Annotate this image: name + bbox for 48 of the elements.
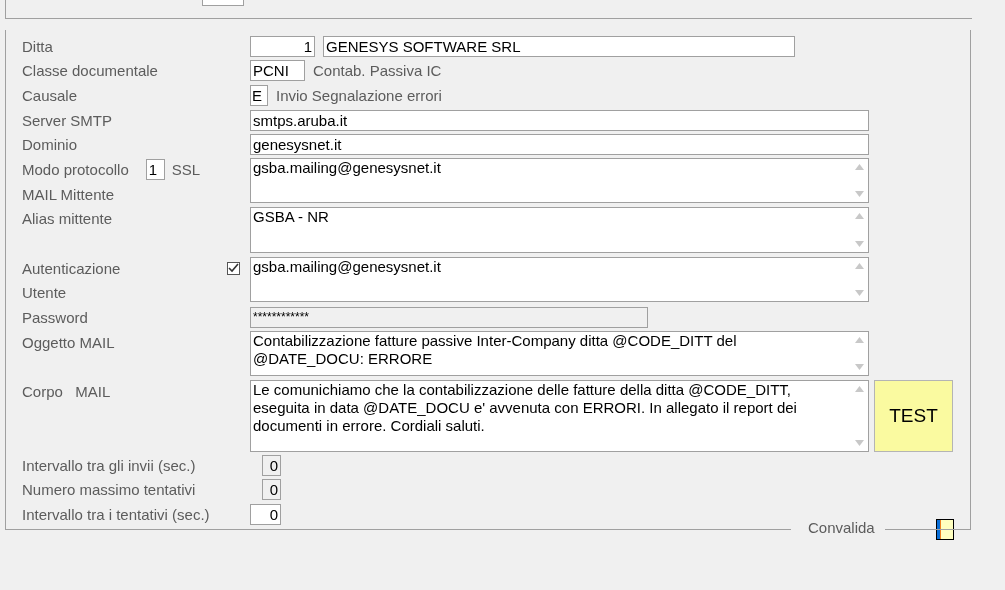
company-name-field[interactable]: GENESYS SOFTWARE SRL <box>323 35 795 57</box>
test-button[interactable]: TEST <box>874 379 953 452</box>
checkbox[interactable] <box>227 261 240 275</box>
code-field[interactable]: 1 <box>250 35 315 57</box>
footer-label: Convalida <box>808 519 875 537</box>
field-label: Corpo MAIL <box>22 382 112 400</box>
scroll-up-icon[interactable] <box>855 262 864 269</box>
sender-mail-field[interactable]: gsba.mailing@genesysnet.it <box>250 158 869 204</box>
description-text: Invio Segnalazione errori <box>276 87 442 105</box>
field-label: Alias mittente <box>22 210 114 228</box>
scroll-down-icon[interactable] <box>855 363 864 370</box>
scroll-down-icon[interactable] <box>855 439 864 446</box>
number-field[interactable]: 0 <box>262 479 281 501</box>
field-label: Utente <box>22 284 68 302</box>
protocol-field[interactable]: 1 <box>145 159 165 180</box>
number-field[interactable]: 0 <box>250 504 281 525</box>
alias-field[interactable]: GSBA - NR <box>250 207 869 253</box>
field-label: Intervallo tra gli invii (sec.) <box>22 456 197 474</box>
scroll-down-icon[interactable] <box>855 191 864 198</box>
domain-field[interactable]: genesysnet.it <box>250 134 869 156</box>
field-label: Classe documentale <box>22 62 159 80</box>
scroll-up-icon[interactable] <box>855 164 864 171</box>
scroll-down-icon[interactable] <box>855 240 864 247</box>
scroll-up-icon[interactable] <box>855 385 864 392</box>
description-text: SSL <box>171 161 201 178</box>
field-label: Server SMTP <box>22 111 113 129</box>
field-label: MAIL Mittente <box>22 185 115 203</box>
scroll-down-icon[interactable] <box>855 290 864 297</box>
field-label: Dominio <box>22 136 79 154</box>
field-label: Modo protocollo <box>22 161 129 178</box>
status-icon[interactable] <box>936 519 954 540</box>
subject-field[interactable]: Contabilizzazione fatture passive Inter-Company ditta @CODE_DITT del @DATE_DOCU: ERRORE <box>250 330 869 376</box>
server-field[interactable]: smtps.aruba.it <box>250 109 869 131</box>
description-text: Contab. Passiva IC <box>313 62 442 80</box>
field-label: Ditta <box>22 37 54 55</box>
field-label: Oggetto MAIL <box>22 333 116 351</box>
user-field[interactable]: gsba.mailing@genesysnet.it <box>250 256 869 303</box>
field-label: Causale <box>22 87 79 105</box>
code-field[interactable]: PCNI <box>250 60 305 82</box>
field-label: Password <box>22 308 89 326</box>
scroll-up-icon[interactable] <box>855 213 864 220</box>
code-field[interactable]: E <box>250 85 268 107</box>
number-field[interactable]: 0 <box>262 454 281 476</box>
scroll-up-icon[interactable] <box>855 336 864 343</box>
message-body-field[interactable]: Le comunichiamo che la contabilizzazione delle fatture della ditta @CODE_DITT, eseguita in data @DATE_DOCU e' avvenuta con ERRORI. In allegato il report dei documenti in errore. Cordiali saluti. <box>250 379 869 452</box>
field-label: Numero massimo tentativi <box>22 481 197 499</box>
field-label: Autenticazione <box>22 259 121 277</box>
field-label: Intervallo tra i tentativi (sec.) <box>22 506 211 523</box>
